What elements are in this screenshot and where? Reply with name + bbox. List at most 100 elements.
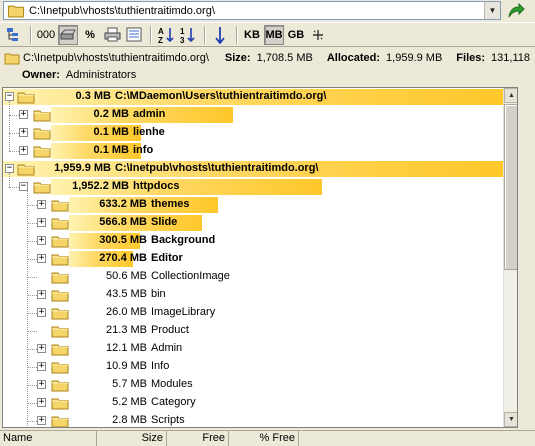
expand-button[interactable]: + [19,146,28,155]
tree-row[interactable]: +2.8 MB Scripts [3,412,503,427]
drive-button[interactable] [58,24,78,45]
column-pct-free[interactable]: % Free [229,431,299,446]
collapse-button[interactable]: − [5,92,14,101]
folder-icon [51,270,69,284]
drive-icon [59,29,76,39]
folder-size: 0.2 MB [93,108,129,120]
folder-size: 0.1 MB [93,126,129,138]
tree-row[interactable]: +12.1 MB Admin [3,340,503,358]
expand-button[interactable]: + [37,254,46,263]
folder-name: themes [151,198,190,210]
column-size[interactable]: Size [97,431,167,446]
count-button[interactable]: 000 [36,25,56,45]
folder-icon [33,180,51,194]
print-button[interactable] [102,25,122,45]
kb-button[interactable]: KB [242,25,262,45]
tree-connector [9,115,19,116]
address-dropdown-button[interactable]: ▼ [484,2,500,19]
folder-size: 633.2 MB [99,198,147,210]
tree-row[interactable]: 50.6 MB CollectionImage [3,268,503,286]
collapse-button[interactable]: − [5,164,14,173]
expand-button[interactable]: + [37,380,46,389]
tree-row[interactable]: − 1,959.9 MB C:\Inetpub\vhosts\tuthientrai… [3,160,503,178]
sort-size-button[interactable]: 1 3 [178,25,198,45]
expand-button[interactable]: + [37,308,46,317]
expand-button[interactable]: + [37,290,46,299]
tree-row[interactable]: − 0.3 MB C:\MDaemon\Users\tuthientraitimdo… [3,88,503,106]
tree-connector [27,385,37,386]
expand-button[interactable]: + [37,344,46,353]
folder-size: 566.8 MB [99,216,147,228]
tree-row[interactable]: +633.2 MB themes [3,196,503,214]
folder-name: C:\Inetpub\vhosts\tuthientraitimdo.org\ [115,162,319,174]
column-free[interactable]: Free [167,431,229,446]
folder-icon [51,396,69,410]
address-input[interactable]: C:\Inetpub\vhosts\tuthientraitimdo.org\ … [3,1,501,20]
expand-button[interactable]: + [37,200,46,209]
expand-button[interactable]: + [37,236,46,245]
auto-units-button[interactable] [308,25,328,45]
expand-button[interactable]: + [37,218,46,227]
tree-row[interactable]: +5.2 MB Category [3,394,503,412]
folder-tree[interactable]: − 0.3 MB C:\MDaemon\Users\tuthientraitimdo… [2,87,518,428]
collapse-button[interactable]: − [19,182,28,191]
expand-button[interactable]: + [37,416,46,425]
allocated-label: Allocated: [326,52,381,64]
svg-text:3: 3 [180,36,185,44]
scroll-up-button[interactable]: ▲ [504,88,517,103]
tree-view-icon [7,27,18,41]
expand-button[interactable]: + [37,362,46,371]
folder-size: 0.3 MB [75,90,111,102]
svg-text:A: A [158,27,164,36]
info-path: C:\Inetpub\vhosts\tuthientraitimdo.org\ [23,52,209,64]
expand-button[interactable]: + [37,398,46,407]
expand-button[interactable]: + [19,128,28,137]
go-button[interactable] [504,2,528,20]
folder-icon [51,198,69,212]
folder-name: Modules [151,378,193,390]
tree-row[interactable]: +300.5 MB Background [3,232,503,250]
address-text: C:\Inetpub\vhosts\tuthientraitimdo.org\ [29,4,215,17]
mb-button[interactable]: MB [264,24,284,45]
tree-row[interactable]: +5.7 MB Modules [3,376,503,394]
tree-connector [27,259,37,260]
files-label: Files: [456,52,486,64]
tree-row[interactable]: +0.1 MB lienhe [3,124,503,142]
go-arrow-icon [508,3,525,18]
folder-name: Admin [151,342,183,354]
svg-text:Z: Z [158,36,163,44]
scroll-down-button[interactable]: ▼ [504,412,517,427]
files-value: 131,118 [491,52,530,64]
gb-button[interactable]: GB [286,25,306,45]
tree-row[interactable]: +566.8 MB Slide [3,214,503,232]
folder-name: ImageLibrary [151,306,216,318]
tree-connector [27,421,37,422]
sort-descending-button[interactable] [210,25,230,45]
folder-size: 300.5 MB [99,234,147,246]
info-panel: C:\Inetpub\vhosts\tuthientraitimdo.org\ … [0,47,535,85]
expand-button[interactable]: + [19,110,28,119]
sort-alpha-button[interactable]: A Z [156,25,176,45]
tree-row[interactable]: +0.2 MB admin [3,106,503,124]
list-view-button[interactable] [124,25,144,45]
folder-name: bin [151,288,166,300]
percent-button[interactable]: % [80,25,100,45]
column-header: Name Size Free % Free [0,430,535,446]
folder-icon [51,324,69,338]
scroll-thumb[interactable] [504,104,517,270]
tree-row[interactable]: +43.5 MB bin [3,286,503,304]
folder-size: 0.1 MB [93,144,129,156]
column-name[interactable]: Name [0,431,97,446]
folder-icon [33,144,51,158]
tree-row[interactable]: +270.4 MB Editor [3,250,503,268]
tree-connector [9,101,10,151]
tree-row[interactable]: +10.9 MB Info [3,358,503,376]
tree-row[interactable]: − 1,952.2 MB httpdocs [3,178,503,196]
tree-row[interactable]: +26.0 MB ImageLibrary [3,304,503,322]
vertical-scrollbar[interactable]: ▲ ▼ [503,88,517,427]
tree-row[interactable]: 21.3 MB Product [3,322,503,340]
tree-row[interactable]: +0.1 MB info [3,142,503,160]
tree-view-button[interactable] [4,25,24,45]
folder-name: lienhe [133,126,165,138]
folder-icon [17,90,35,104]
